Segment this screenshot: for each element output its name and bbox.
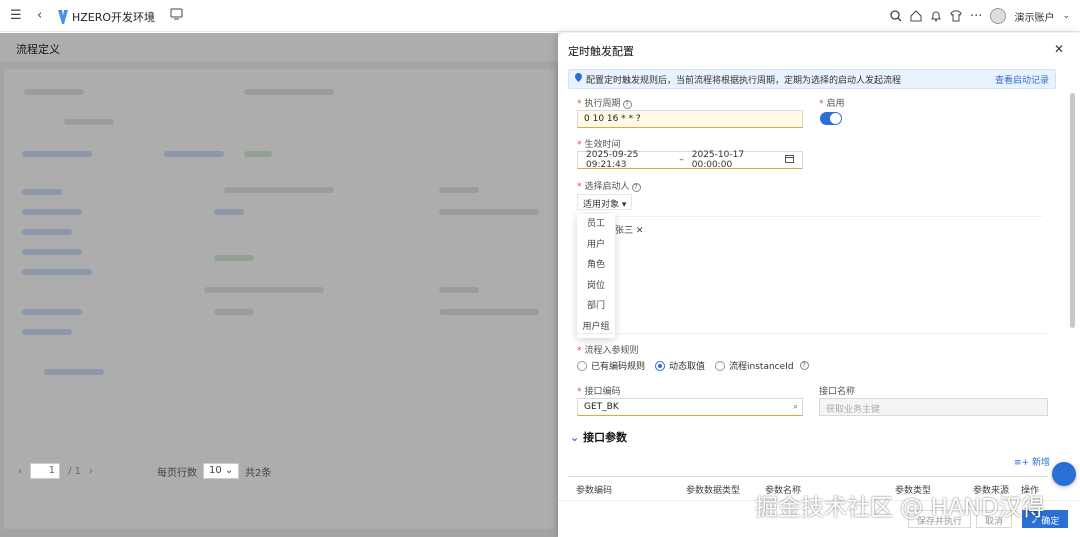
initiator-label-text: 选择启动人 [584,182,630,192]
selected-tag-text: 张三 [615,226,634,236]
help-icon[interactable]: ? [631,183,641,192]
dropdown-option-role[interactable]: 角色 [577,255,615,276]
enabled-toggle[interactable] [820,112,842,125]
selected-tag[interactable]: 张三 ✕ [615,223,643,236]
api-code-label: * 接口编码 [577,387,621,397]
page-size-label: 每页行数 [157,467,197,479]
remove-tag-icon[interactable]: ✕ [636,226,644,236]
avatar[interactable] [990,8,1007,24]
total-pages: / 1 [68,465,81,477]
pagination: ‹ 1 / 1 › [18,463,93,479]
modal-mask[interactable] [0,33,558,537]
effective-time-label-text: 生效时间 [584,140,621,150]
start-date[interactable]: 2025-09-25 09:21:43 [586,150,671,170]
dropdown-option-user-group[interactable]: 用户组 [577,317,615,338]
page-size-select[interactable]: 10 ⌄ [203,463,239,479]
more-icon[interactable]: ··· [970,9,982,24]
dropdown-option-user[interactable]: 用户 [577,235,615,256]
cycle-label-text: 执行周期 [584,99,621,109]
back-icon[interactable]: ‹ [37,8,42,23]
api-code-value: GET_BK [584,402,619,412]
calendar-icon[interactable] [785,154,794,166]
enabled-label-text: 启用 [826,99,845,109]
dropdown-option-position[interactable]: 岗位 [577,276,615,297]
radio-label: 已有编码规则 [591,362,646,372]
range-separator: – [679,155,684,165]
timer-trigger-drawer: 定时触发配置 ✕ 配置定时触发规则后，当前流程将根据执行周期，定期为选择的启动人… [558,33,1080,537]
radio-label: 流程instanceId [729,362,794,372]
prev-page-icon[interactable]: ‹ [18,466,22,477]
radio-dynamic-value[interactable] [655,360,666,371]
api-name-input: 获取业务主键 [819,398,1048,416]
top-right-tools: ··· 演示账户 ⌄ [890,0,1070,32]
pin-icon [575,73,582,85]
chevron-down-icon[interactable]: ⌄ [570,431,579,444]
api-name-label: 接口名称 [819,387,856,397]
effective-time-range[interactable]: 2025-09-25 09:21:43 – 2025-10-17 00:00:0… [577,150,803,170]
logo-icon [58,10,68,24]
shirt-icon[interactable] [950,10,962,22]
applicable-object-select[interactable]: 适用对象 ▾ [577,194,633,210]
menu-icon[interactable]: ☰ [10,8,22,23]
app-title: HZERO开发环境 [72,11,156,24]
radio-label: 动态取值 [669,362,706,372]
add-param-button[interactable]: ≡+ 新增 [1014,455,1050,468]
applicable-object-dropdown: 员工 用户 角色 岗位 部门 用户组 [577,214,615,338]
applicable-object-label: 适用对象 [583,200,620,210]
effective-time-label: * 生效时间 [577,140,621,150]
view-launch-records-link[interactable]: 查看启动记录 [995,73,1049,86]
divider [577,216,1042,217]
search-icon[interactable] [890,10,902,22]
radio-instance-id[interactable] [715,360,726,371]
watermark: 掘金技术社区 @ HAND汉得 [755,495,1045,521]
dropdown-option-employee[interactable]: 员工 [577,214,615,235]
column-header: 参数数据类型 [686,486,741,496]
total-count: 共2条 [245,467,272,479]
help-icon[interactable]: ? [799,361,809,370]
param-rule-radio-group: 已有编码规则 动态取值 流程instanceId ? [577,359,809,372]
radio-existing-code-rule[interactable] [577,360,587,371]
api-code-label-text: 接口编码 [584,387,621,397]
add-param-label: 新增 [1031,458,1050,468]
next-page-icon[interactable]: › [89,466,93,477]
end-date[interactable]: 2025-10-17 00:00:00 [692,150,777,170]
api-params-title: 接口参数 [583,431,628,444]
api-code-input[interactable]: GET_BK ⌕ [577,398,803,416]
page-number-input[interactable]: 1 [30,463,60,479]
lookup-icon[interactable]: ⌕ [793,402,798,412]
column-header: 参数编码 [576,486,613,496]
api-params-section[interactable]: ⌄ 接口参数 [570,429,627,445]
cycle-label: * 执行周期? [577,96,632,109]
info-text: 配置定时触发规则后，当前流程将根据执行周期，定期为选择的启动人发起流程 [586,75,902,86]
initiator-label: * 选择启动人? [577,179,641,192]
screen-icon[interactable] [170,8,183,20]
help-icon[interactable]: ? [622,100,632,109]
home-icon[interactable] [910,10,922,22]
close-icon[interactable]: ✕ [1054,42,1064,56]
bell-icon[interactable] [930,10,942,22]
page-size-value: 10 [209,465,222,476]
param-rule-label-text: 流程入参规则 [584,346,639,356]
page-size-control: 每页行数 10 ⌄ 共2条 [157,463,271,479]
divider [577,333,1047,334]
enabled-label: * 启用 [819,99,845,109]
param-rule-label: * 流程入参规则 [577,346,639,356]
cycle-input[interactable]: 0 10 16 * * ? [577,110,803,128]
chevron-down-icon[interactable]: ⌄ [1062,11,1070,21]
dropdown-option-department[interactable]: 部门 [577,296,615,317]
floating-help-button[interactable] [1052,462,1076,486]
info-banner: 配置定时触发规则后，当前流程将根据执行周期，定期为选择的启动人发起流程 查看启动… [568,69,1056,89]
drawer-title: 定时触发配置 [568,45,634,58]
app-logo: HZERO开发环境 [58,9,155,25]
scrollbar[interactable] [1070,93,1075,328]
account-name[interactable]: 演示账户 [1014,9,1054,24]
top-bar: ☰ ‹ HZERO开发环境 ··· 演示账户 ⌄ [0,0,1080,32]
